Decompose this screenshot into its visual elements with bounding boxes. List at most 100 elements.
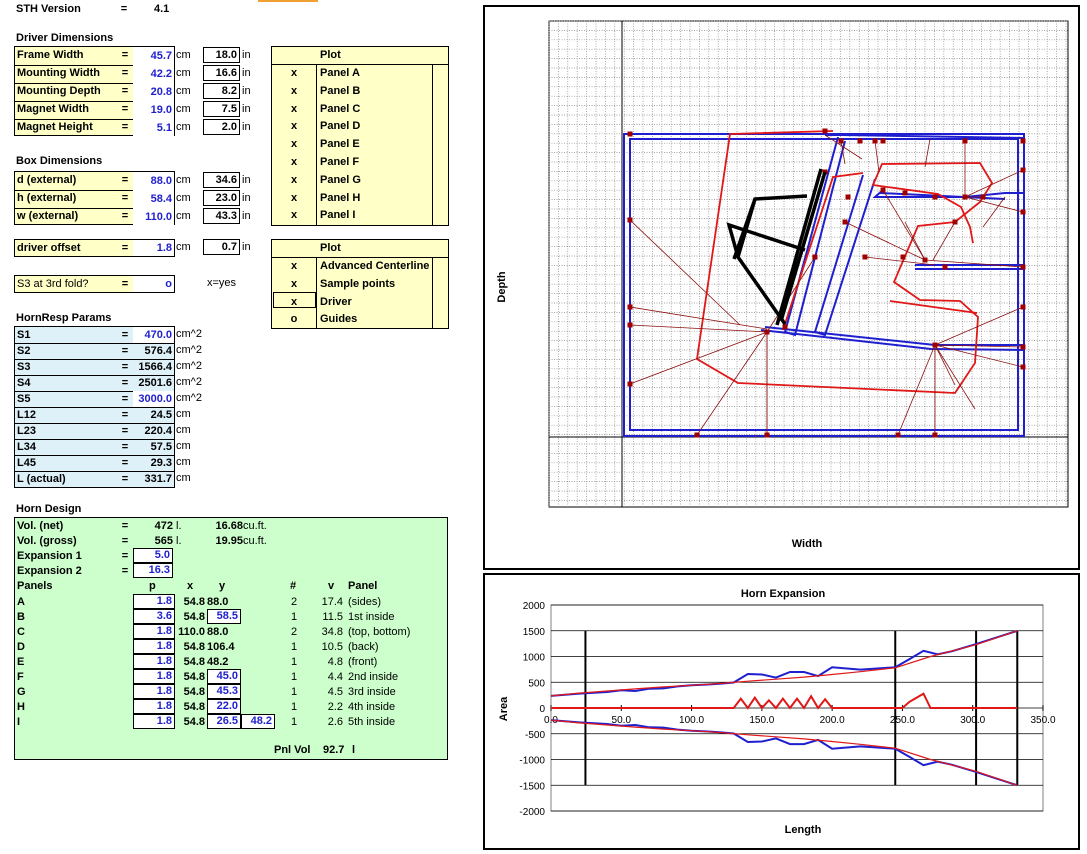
panel-p-input[interactable]: 1.8 (133, 654, 175, 669)
panel-count: 2 (291, 626, 298, 638)
panel-p-input[interactable]: 1.8 (133, 624, 175, 639)
panel-y-input[interactable]: 58.5 (207, 609, 241, 624)
panel-p-input[interactable]: 1.8 (133, 594, 175, 609)
sample-point (764, 432, 770, 438)
offset-cm-input[interactable]: 1.8 (133, 240, 174, 256)
offset-in-value: 0.7 (203, 239, 240, 255)
panel-desc: (top, bottom) (348, 626, 411, 638)
hornresp-eq: = (121, 377, 129, 389)
panel-p-input[interactable]: 3.6 (133, 609, 175, 624)
sample-point (962, 194, 968, 200)
vol-net-unit: l. (176, 520, 182, 532)
hornresp-value: 331.7 (144, 473, 172, 485)
box-cm-input[interactable]: 58.4 (133, 190, 174, 208)
plot-toggle[interactable]: x (272, 101, 316, 117)
box-cm-unit: cm (176, 174, 191, 186)
hornresp-value[interactable]: 470.0 (133, 327, 174, 343)
panel-x-value: 54.8 (183, 656, 205, 668)
panel-y-input[interactable]: 26.5 (207, 714, 241, 729)
driver-cm-unit: cm (176, 67, 191, 79)
plot-toggle[interactable]: x (272, 118, 316, 134)
hornresp-value[interactable]: 3000.0 (133, 391, 174, 407)
hornresp-unit: cm^2 (176, 392, 202, 404)
panel-y-input[interactable]: 45.3 (207, 684, 241, 699)
driver-cm-input[interactable]: 19.0 (133, 101, 174, 119)
box-row: d (external) = 88.0 (15, 172, 174, 191)
hornresp-row: L (actual) = 331.7 (15, 471, 174, 487)
driver-cm-unit: cm (176, 85, 191, 97)
plot-toggle[interactable]: x (272, 83, 316, 99)
panel-x-value: 54.8 (183, 671, 205, 683)
plot-option-label: Panel I (320, 209, 356, 222)
box-cm-input[interactable]: 110.0 (133, 208, 174, 226)
panel-name: D (17, 641, 25, 653)
header-accent (258, 0, 318, 2)
exp1-input[interactable]: 5.0 (133, 548, 173, 563)
hx-ytick: 1500 (523, 627, 546, 638)
panel-count: 1 (291, 641, 298, 653)
panel-name: C (17, 626, 25, 638)
panel-name: E (17, 656, 25, 668)
plot-toggle[interactable]: x (272, 190, 316, 206)
plot-toggle[interactable]: x (272, 207, 316, 223)
plot-toggle[interactable]: x (272, 276, 316, 292)
box-label: d (external) (17, 174, 77, 186)
hornresp-unit: cm^2 (176, 344, 202, 356)
hornresp-unit: cm^2 (176, 376, 202, 388)
sample-point (627, 304, 633, 310)
sample-point (822, 128, 828, 134)
box-in-unit: in (242, 174, 251, 186)
panel-y-input[interactable]: 22.0 (207, 699, 241, 714)
y-col-header: y (219, 580, 226, 592)
hornresp-eq: = (121, 425, 129, 437)
sample-point (842, 219, 848, 225)
vol-net-cuft-unit: cu.ft. (243, 520, 267, 532)
box-eq: = (121, 210, 129, 222)
horn-expansion-chart: Horn Expansion Area Length 2000 1500 1000 5… (498, 588, 1056, 836)
hornresp-row: L12 = 24.5 (15, 407, 174, 424)
panel-count: 1 (291, 671, 298, 683)
driver-cm-input[interactable]: 5.1 (133, 119, 174, 137)
panel-desc: 2nd inside (348, 671, 399, 683)
panel-y-input[interactable]: 45.0 (207, 669, 241, 684)
driver-cm-input[interactable]: 42.2 (133, 65, 174, 83)
sample-point (1020, 264, 1026, 270)
panel-p-input[interactable]: 1.8 (133, 699, 175, 714)
panel-y2-input[interactable]: 48.2 (241, 714, 275, 729)
box-table: d (external) = 88.0 h (external) = 58.4 w (ext… (14, 171, 175, 226)
driver-in-unit: in (242, 85, 251, 97)
plot-toggle[interactable]: x (272, 154, 316, 170)
pnl-vol-value: 92.7 (323, 744, 345, 756)
panel-desc: 1st inside (348, 611, 395, 623)
panel-volume: 4.8 (327, 656, 343, 668)
box-eq: = (121, 192, 129, 204)
box-cm-unit: cm (176, 210, 191, 222)
hornresp-unit: cm (176, 424, 191, 436)
plot-col-divider (432, 257, 433, 328)
plot-toggle[interactable]: x (272, 136, 316, 152)
vol-net-cuft: 16.68 (215, 520, 243, 532)
driver-cm-input[interactable]: 45.7 (133, 47, 174, 65)
hornresp-value: 576.4 (144, 345, 172, 357)
exp2-input[interactable]: 16.3 (133, 563, 173, 578)
plot-toggle[interactable]: x (272, 172, 316, 188)
panel-volume: 4.4 (327, 671, 343, 683)
p-col-header: p (149, 580, 156, 592)
panel-p-input[interactable]: 1.8 (133, 714, 175, 729)
panel-p-input[interactable]: 1.8 (133, 684, 175, 699)
hornresp-row: S3 = 1566.4 (15, 359, 174, 376)
hx-xtick: 250.0 (890, 715, 915, 726)
plot-toggle[interactable]: x (272, 258, 316, 274)
panel-p-input[interactable]: 1.8 (133, 639, 175, 654)
hornresp-row: L23 = 220.4 (15, 423, 174, 440)
hornresp-eq: = (121, 393, 129, 405)
s3-input[interactable]: o (133, 276, 174, 292)
driver-eq: = (121, 67, 129, 79)
plot-toggle[interactable]: x (272, 65, 316, 81)
panel-p-input[interactable]: 1.8 (133, 669, 175, 684)
panel-name: A (17, 596, 25, 608)
hx-xtick: 150.0 (749, 715, 774, 726)
box-cm-input[interactable]: 88.0 (133, 172, 174, 190)
plot-toggle[interactable]: o (272, 311, 316, 327)
driver-cm-input[interactable]: 20.8 (133, 83, 174, 101)
